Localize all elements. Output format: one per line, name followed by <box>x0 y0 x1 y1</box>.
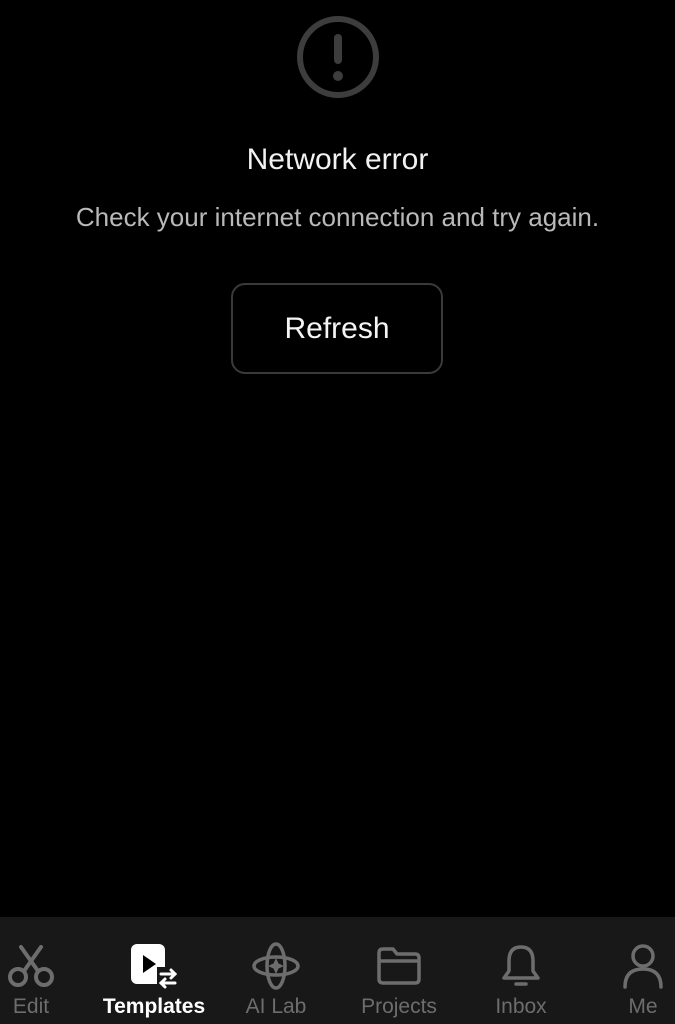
tab-label-templates: Templates <box>102 995 206 1018</box>
tab-edit[interactable]: Edit <box>0 917 62 1024</box>
tab-label-projects: Projects <box>361 995 437 1018</box>
tab-label-ai-lab: AI Lab <box>245 995 307 1018</box>
templates-icon <box>131 944 179 989</box>
exclamation-circle-icon <box>297 16 379 98</box>
scissors-icon <box>8 945 54 987</box>
tab-label-inbox: Inbox <box>495 995 547 1018</box>
error-message: Check your internet connection and try a… <box>75 202 600 232</box>
person-icon <box>623 944 663 989</box>
refresh-button[interactable]: Refresh <box>231 283 443 374</box>
tab-ai-lab[interactable]: AI Lab <box>236 917 316 1024</box>
bottom-tab-bar: Edit Templates AI Lab Projects Inbox Me <box>0 917 675 1024</box>
tab-templates[interactable]: Templates <box>99 917 209 1024</box>
network-error-screen: Network error Check your internet connec… <box>0 0 675 1024</box>
error-title: Network error <box>246 143 429 176</box>
tab-label-me: Me <box>628 995 658 1018</box>
tab-projects[interactable]: Projects <box>352 917 446 1024</box>
bell-icon <box>502 945 540 986</box>
folder-icon <box>377 947 421 985</box>
tab-inbox[interactable]: Inbox <box>484 917 558 1024</box>
tab-me[interactable]: Me <box>617 917 669 1024</box>
ai-lab-icon <box>252 942 300 990</box>
tab-label-edit: Edit <box>12 995 50 1018</box>
